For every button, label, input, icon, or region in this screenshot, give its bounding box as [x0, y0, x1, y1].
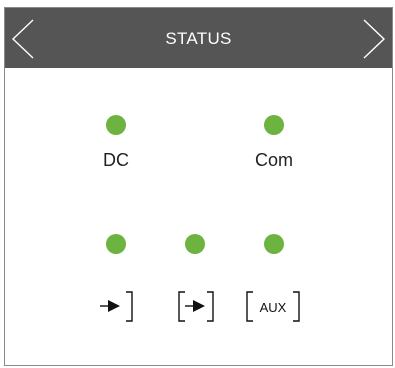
aux-label: AUX [260, 300, 287, 315]
boxed-arrow-icon [177, 291, 215, 323]
com-status-led [264, 115, 284, 135]
header-bar: STATUS [5, 8, 392, 68]
status-panel: STATUS DC Com AUX [4, 7, 393, 366]
input-arrow-icon [98, 291, 136, 323]
dc-label: DC [103, 150, 129, 170]
aux-icon: AUX [245, 291, 301, 323]
chevron-right-icon[interactable] [358, 18, 388, 60]
aux-status-led [264, 234, 284, 254]
com-label: Com [254, 150, 293, 170]
page-title: STATUS [165, 29, 232, 48]
input-1-status-led [106, 234, 126, 254]
dc-status-led [106, 115, 126, 135]
input-2-status-led [185, 234, 205, 254]
